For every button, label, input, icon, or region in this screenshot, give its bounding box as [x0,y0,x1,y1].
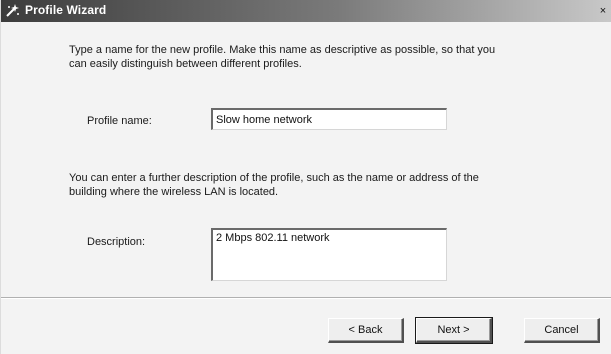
profile-name-input[interactable] [211,108,447,130]
intro-text-line-1: Type a name for the new profile. Make th… [69,44,496,56]
wizard-content: Type a name for the new profile. Make th… [1,22,611,354]
wizard-icon [5,3,21,19]
close-icon[interactable]: × [596,3,610,19]
footer-separator [1,297,611,299]
intro-text-line-2: can easily distinguish between different… [69,58,302,70]
cancel-button[interactable]: Cancel [524,318,600,343]
description-help-line-2: building where the wireless LAN is locat… [69,186,279,198]
description-textarea[interactable]: 2 Mbps 802.11 network [211,228,447,281]
profile-name-label: Profile name: [87,115,152,127]
title-bar[interactable]: Profile Wizard × [1,0,611,22]
description-help-line-1: You can enter a further description of t… [69,172,479,184]
description-label: Description: [87,236,146,248]
profile-wizard-window: Profile Wizard × Type a name for the new… [0,0,611,354]
back-button[interactable]: < Back [328,318,404,343]
next-button[interactable]: Next > [415,317,493,344]
window-title: Profile Wizard [25,3,107,17]
